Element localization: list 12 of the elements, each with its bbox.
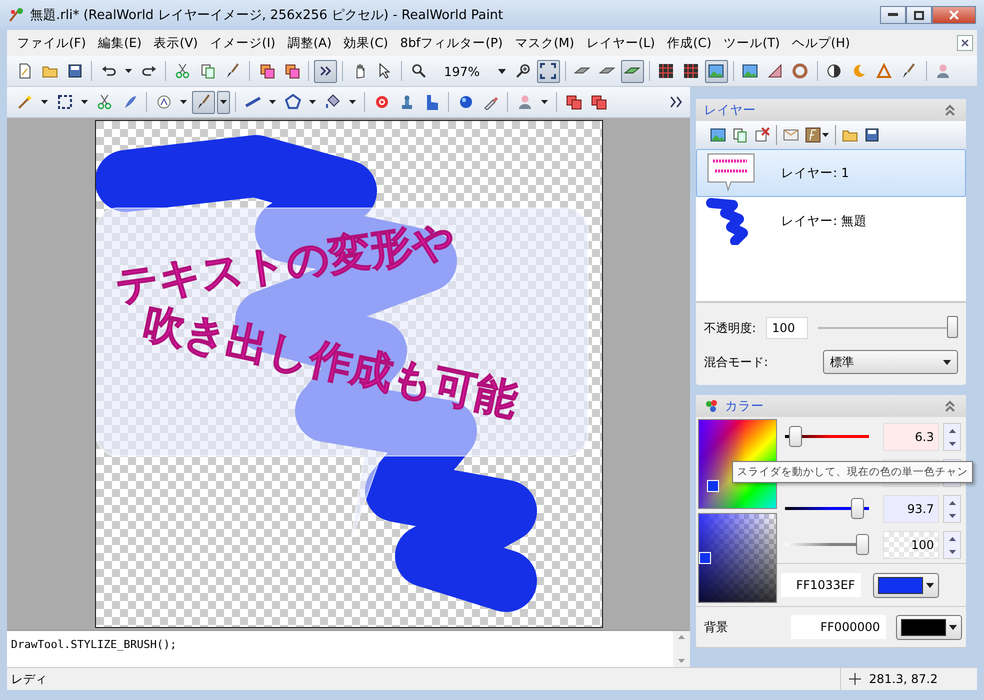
panel-title: レイヤー — [704, 102, 756, 118]
cursor-coordinates: 281.3, 87.2 — [869, 672, 938, 686]
layer-name: レイヤー: 1 — [781, 164, 850, 182]
status-message: レディ — [10, 670, 48, 688]
field-label: 不透明度: — [704, 320, 756, 336]
layer-name: レイヤー: 無題 — [781, 212, 868, 230]
canvas-text: 吹き出し作成も可能 — [138, 298, 522, 425]
field-label: 背景 — [704, 618, 728, 636]
field-label: 混合モード: — [704, 354, 768, 370]
window-title: 無題.rli* (RealWorld レイヤーイメージ, 256x256 ピクセル) - RealWorld Paint — [30, 7, 504, 24]
tooltip: スライダを動かして、現在の色の単一色チャン — [732, 461, 973, 483]
panel-title: カラー — [725, 398, 764, 414]
